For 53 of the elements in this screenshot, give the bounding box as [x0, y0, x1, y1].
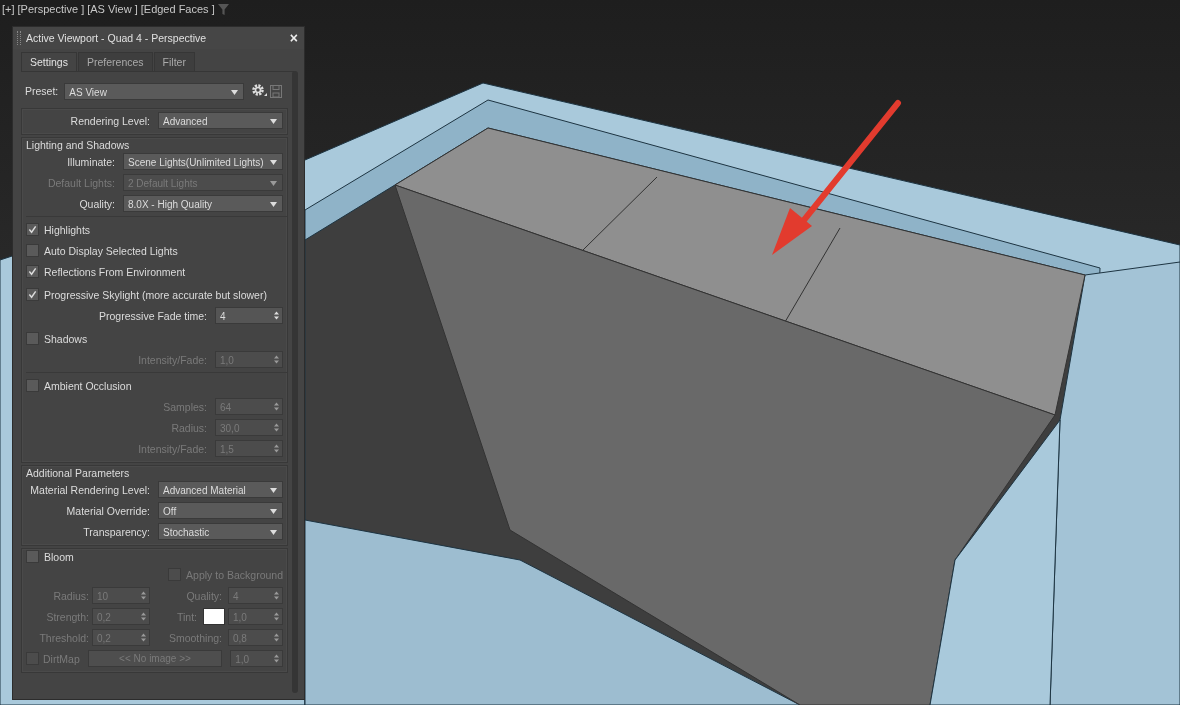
checkbox-label: Shadows — [44, 332, 88, 345]
caret-icon[interactable] — [270, 509, 277, 514]
checkbox-label: Highlights — [44, 223, 91, 236]
preset-label: Preset: — [25, 85, 59, 97]
caret-icon[interactable] — [231, 89, 239, 95]
tab[interactable]: Preferences — [77, 52, 153, 71]
dropdown[interactable]: Advanced — [158, 112, 283, 129]
close-button[interactable]: × — [289, 30, 298, 46]
save-icon[interactable] — [270, 84, 283, 98]
field-label: Illuminate: — [67, 155, 115, 168]
viewport-menu-label[interactable]: [Perspective ] — [17, 3, 85, 15]
number-spinner[interactable]: 4 — [215, 307, 283, 324]
dropdown[interactable]: Stochastic — [158, 523, 283, 540]
caret-icon[interactable] — [270, 160, 277, 165]
caret-icon[interactable] — [270, 488, 277, 493]
checkbox[interactable] — [26, 288, 39, 301]
caret-icon[interactable] — [270, 119, 277, 124]
field-label: Material Rendering Level: — [30, 483, 150, 496]
viewport-menu-label[interactable]: [+] — [2, 3, 15, 15]
preset-dropdown[interactable]: AS View — [64, 82, 245, 100]
panel-title: Active Viewport - Quad 4 - Perspective — [26, 32, 208, 44]
viewport-menu-label[interactable]: [AS View ] — [87, 3, 138, 15]
checkbox[interactable] — [26, 332, 39, 345]
caret-icon[interactable] — [270, 202, 277, 207]
checkbox-label: Reflections From Environment — [44, 265, 186, 278]
dropdown[interactable]: Scene Lights(Unlimited Lights) — [123, 153, 283, 170]
checkbox[interactable] — [26, 265, 39, 278]
checkbox[interactable] — [26, 550, 39, 563]
settings-icon[interactable] — [251, 83, 268, 99]
checkbox[interactable] — [26, 379, 39, 392]
filter-icon[interactable] — [217, 3, 229, 15]
checkbox-label: Ambient Occlusion — [44, 379, 132, 392]
drag-handle-icon[interactable] — [17, 31, 21, 45]
checkbox-label: Auto Display Selected Lights — [44, 244, 178, 257]
checkbox[interactable] — [26, 223, 39, 236]
checkbox-label: Bloom — [44, 550, 74, 563]
dropdown[interactable]: 8.0X - High Quality — [123, 195, 283, 212]
spinner-arrows-icon[interactable] — [274, 311, 279, 320]
field-label: Progressive Fade time: — [99, 309, 207, 322]
section-title: Additional Parameters — [26, 467, 131, 479]
checkbox-label: Progressive Skylight (more accurate but slower) — [44, 288, 267, 301]
checkbox[interactable] — [26, 244, 39, 257]
field-label: Transparency: — [83, 525, 150, 538]
caret-icon[interactable] — [270, 530, 277, 535]
tab[interactable]: Filter — [153, 52, 195, 71]
section-title: Lighting and Shadows — [26, 139, 131, 151]
dropdown[interactable]: Off — [158, 502, 283, 519]
viewport-menu-label[interactable]: [Edged Faces ] — [140, 3, 215, 15]
field-label: Material Override: — [66, 504, 150, 517]
field-label: Quality: — [79, 197, 115, 210]
tab[interactable]: Settings — [21, 52, 77, 71]
field-label: Rendering Level: — [70, 114, 150, 127]
dropdown[interactable]: Advanced Material — [158, 481, 283, 498]
